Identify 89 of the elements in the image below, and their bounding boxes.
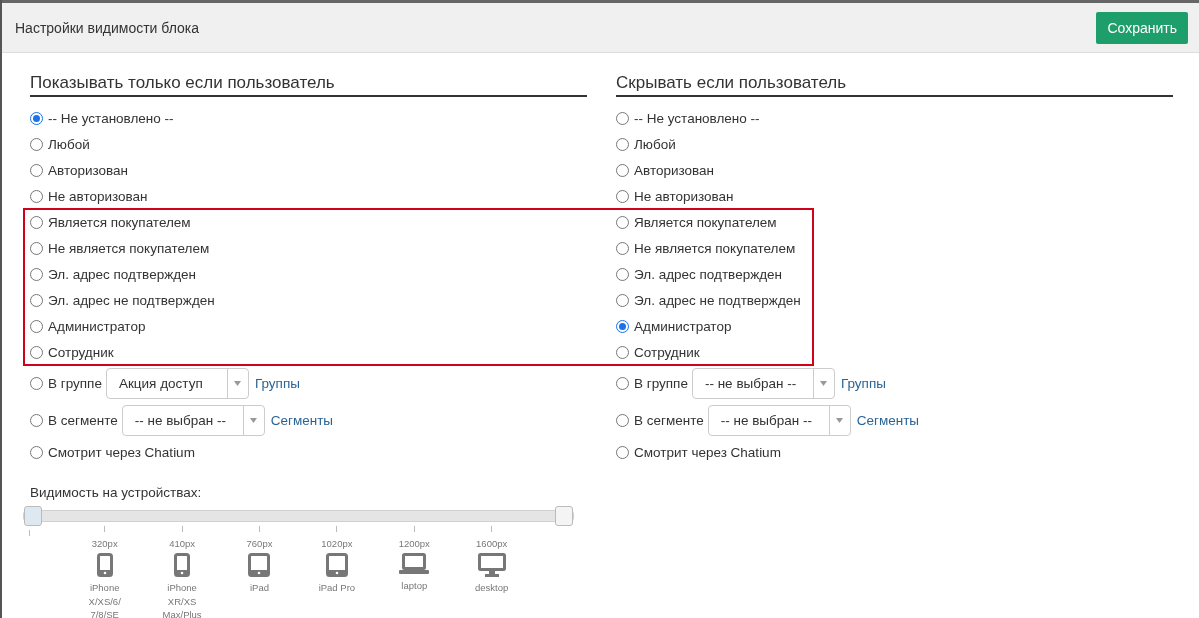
width-label: 410px — [169, 538, 196, 549]
radio-button[interactable] — [30, 137, 43, 151]
phone-icon — [96, 553, 113, 577]
tablet-icon — [325, 553, 348, 577]
radio-button[interactable] — [30, 111, 43, 125]
radio-button[interactable] — [616, 111, 629, 125]
radio-button[interactable] — [30, 163, 43, 177]
radio-button[interactable] — [616, 445, 629, 459]
width-label: 1600px — [476, 538, 508, 549]
radio-button[interactable] — [30, 241, 43, 255]
option-label: Любой — [48, 136, 90, 152]
radio-button[interactable] — [616, 345, 629, 359]
width-label: 760px — [246, 538, 273, 549]
option-label: Является покупателем — [634, 214, 777, 230]
option-label: -- Не установлено -- — [48, 110, 174, 126]
radio-button[interactable] — [616, 414, 629, 427]
link[interactable]: Группы — [840, 376, 886, 391]
option-label: Сотрудник — [48, 344, 114, 360]
caret-icon — [820, 381, 828, 386]
save-button[interactable]: Сохранить — [1096, 11, 1188, 44]
link[interactable]: Группы — [254, 376, 300, 391]
radio-button[interactable] — [30, 189, 43, 203]
width-label: 320px — [91, 538, 118, 549]
width-label: 1200px — [398, 538, 430, 549]
option-label: Администратор — [48, 318, 146, 334]
option-label: Администратор — [634, 318, 732, 334]
monitor-icon — [477, 553, 506, 577]
caret-icon — [234, 381, 242, 386]
radio-button[interactable] — [30, 377, 43, 390]
device-name: laptop — [401, 579, 428, 593]
laptop-icon — [399, 553, 430, 575]
device-name: desktop — [475, 581, 509, 595]
link[interactable]: Сегменты — [856, 413, 920, 428]
dropdown[interactable]: -- не выбран -- — [691, 368, 835, 399]
slider-handle[interactable] — [555, 506, 573, 526]
option-label: В группе — [48, 376, 102, 391]
radio-button[interactable] — [616, 189, 629, 203]
section-heading: Показывать только если пользователь — [30, 73, 587, 97]
option-label: Эл. адрес подтвержден — [48, 266, 197, 282]
radio-button[interactable] — [616, 163, 629, 177]
device-name: iPhone XR/XS Max/Plus — [162, 581, 202, 618]
radio-button[interactable] — [30, 319, 43, 333]
option-label: Эл. адрес не подтвержден — [48, 292, 215, 308]
option-label: В сегменте — [634, 413, 704, 428]
dropdown[interactable]: -- не выбран -- — [707, 405, 851, 436]
radio-button[interactable] — [30, 215, 43, 229]
option-label: В группе — [634, 376, 688, 391]
option-label: Авторизован — [634, 162, 714, 178]
radio-button[interactable] — [30, 293, 43, 307]
section-heading: Скрывать если пользователь — [616, 73, 1173, 97]
option-label: Не является покупателем — [48, 240, 210, 256]
device-name: iPad — [249, 581, 269, 595]
caret-icon — [250, 418, 258, 423]
radio-button[interactable] — [616, 241, 629, 255]
option-label: Смотрит через Chatium — [634, 444, 781, 460]
option-label: Эл. адрес подтвержден — [634, 266, 783, 282]
radio-button[interactable] — [30, 267, 43, 281]
tablet-icon — [248, 553, 271, 577]
option-label: Смотрит через Chatium — [48, 444, 195, 460]
option-label: Не является покупателем — [634, 240, 796, 256]
dropdown[interactable]: -- не выбран -- — [121, 405, 265, 436]
dropdown[interactable]: Акция доступ — [105, 368, 249, 399]
link[interactable]: Сегменты — [270, 413, 334, 428]
slider-handle[interactable] — [24, 506, 42, 526]
width-label: 1020px — [321, 538, 353, 549]
option-label: Эл. адрес не подтвержден — [634, 292, 801, 308]
dialog-title: Настройки видимости блока — [15, 19, 200, 36]
phone-icon — [174, 553, 191, 577]
radio-button[interactable] — [30, 345, 43, 359]
option-label: Авторизован — [48, 162, 128, 178]
radio-button[interactable] — [616, 377, 629, 390]
radio-button[interactable] — [616, 267, 629, 281]
device-name: iPad Pro — [318, 581, 356, 595]
option-label: -- Не установлено -- — [634, 110, 760, 126]
caret-icon — [836, 418, 844, 423]
devices-label: Видимость на устройствах: — [30, 485, 203, 500]
option-label: В сегменте — [48, 413, 118, 428]
radio-button[interactable] — [616, 137, 629, 151]
option-label: Любой — [634, 136, 676, 152]
radio-button[interactable] — [30, 445, 43, 459]
device-name: iPhone X/XS/6/ 7/8/SE — [88, 581, 121, 618]
radio-button[interactable] — [616, 293, 629, 307]
option-label: Не авторизован — [48, 188, 148, 204]
radio-button[interactable] — [616, 319, 629, 333]
radio-button[interactable] — [616, 215, 629, 229]
option-label: Не авторизован — [634, 188, 734, 204]
option-label: Сотрудник — [634, 344, 700, 360]
option-label: Является покупателем — [48, 214, 191, 230]
radio-button[interactable] — [30, 414, 43, 427]
